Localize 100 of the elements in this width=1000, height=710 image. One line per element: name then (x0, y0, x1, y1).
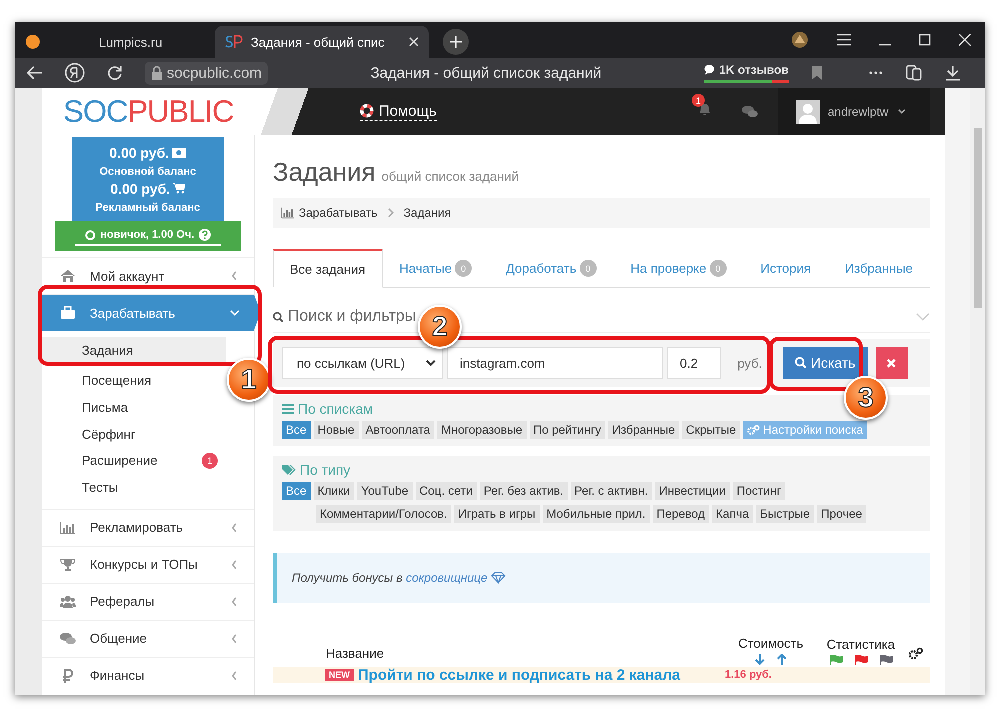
filter-chip[interactable]: Инвестиции (655, 482, 730, 500)
help-link[interactable]: Помощь (360, 102, 437, 120)
submenu-item[interactable]: Посещения (42, 368, 226, 394)
new-badge: NEW (325, 669, 354, 681)
reload-icon[interactable] (107, 65, 123, 81)
user-menu[interactable]: andrewlptw (778, 88, 930, 135)
submenu-item[interactable]: Тесты (42, 474, 226, 501)
extension-icon[interactable] (791, 31, 809, 49)
lock-icon (151, 66, 163, 80)
filter-chip[interactable]: Многоразовые (437, 421, 526, 439)
sort-up-icon[interactable] (777, 654, 787, 665)
more-icon[interactable] (869, 71, 883, 75)
filter-chip[interactable]: Рег. с активн. (570, 482, 652, 500)
search-button[interactable]: Искать (783, 347, 868, 379)
briefcase-icon (60, 305, 76, 321)
filter-chip[interactable]: Все (282, 421, 311, 439)
tab[interactable]: На проверке 0 (614, 249, 744, 287)
submenu-item[interactable]: Письма (42, 394, 226, 421)
browser-logo-icon[interactable] (65, 63, 85, 83)
filter-chip[interactable]: Прочее (817, 505, 866, 523)
chat-icon (60, 630, 76, 647)
menu-item[interactable]: Общение (42, 620, 254, 657)
menu-item[interactable]: Финансы (42, 656, 254, 694)
menu-item[interactable]: Рекламировать (42, 508, 254, 546)
flag-icon[interactable] (880, 655, 892, 665)
sort-down-icon[interactable] (755, 654, 765, 665)
filter-chip[interactable]: Скрытые (682, 421, 740, 439)
bonus-text: Получить бонусы в сокровищнице (292, 571, 488, 585)
maximize-icon[interactable] (919, 34, 931, 46)
browser-tab[interactable]: Задания - общий спис (215, 26, 429, 58)
address-field[interactable]: socpublic.com (145, 62, 268, 84)
speech-bubble-icon (704, 64, 716, 76)
close-icon[interactable] (409, 37, 419, 47)
scrollbar-thumb[interactable] (974, 128, 982, 308)
reviews-button[interactable]: 1K отзывов (704, 63, 789, 83)
price-field[interactable]: 0.2 (667, 347, 721, 379)
search-field[interactable]: instagram.com (447, 347, 663, 379)
tab[interactable]: Избранные (828, 249, 930, 287)
submenu-item[interactable]: Сёрфинг (42, 420, 226, 448)
clear-button[interactable] (876, 347, 908, 379)
menu-item[interactable]: Рефералы (42, 582, 254, 620)
filter-chip[interactable]: Все (282, 482, 311, 500)
search-mode-select[interactable]: по ссылкам (URL) (282, 347, 443, 379)
filter-chip[interactable]: Быстрые (756, 505, 814, 523)
filter-chip[interactable]: Капча (712, 505, 754, 523)
tab[interactable]: Начатые 0 (382, 249, 490, 287)
page-heading: Задания (273, 157, 376, 188)
table-row[interactable]: NEW Пройти по ссылке и подписать на 2 канала 1.16 руб. (273, 667, 930, 683)
back-arrow-icon[interactable] (27, 66, 43, 80)
list-icon (282, 404, 294, 414)
submenu-item[interactable]: Задания (42, 337, 226, 364)
collections-icon[interactable] (905, 64, 923, 82)
ring-icon (85, 230, 96, 240)
filter-chip[interactable]: Комментарии/Голосов. (316, 505, 452, 523)
diamond-icon (490, 572, 506, 584)
filter-chip[interactable]: Автооплата (362, 421, 434, 439)
home-icon (60, 268, 76, 284)
filter-chip[interactable]: Клики (314, 482, 354, 500)
browser-tab[interactable]: Lumpics.ru (15, 26, 215, 58)
filter-chip[interactable]: YouTube (357, 482, 412, 500)
task-price: 1.16 руб. (724, 669, 772, 681)
menu-item[interactable]: Зарабатывать (42, 294, 261, 331)
site-logo[interactable]: SOCPUBLIC (42, 88, 255, 135)
tab[interactable]: Доработать 0 (489, 249, 614, 287)
filter-chip[interactable]: Соц. сети (416, 482, 477, 500)
trophy-icon (60, 556, 76, 573)
ruble-icon (60, 668, 76, 684)
filter-chip[interactable]: Перевод (652, 505, 710, 523)
column-header: Статистика (826, 637, 896, 652)
breadcrumb-link[interactable]: Задания (404, 206, 452, 220)
filter-chip[interactable]: По рейтингу (530, 421, 606, 439)
lifebuoy-icon (360, 104, 374, 118)
close-icon[interactable] (959, 34, 971, 46)
tab[interactable]: История (744, 249, 828, 287)
submenu-item[interactable]: Расширение 1 (42, 447, 226, 474)
menu-icon[interactable] (837, 34, 851, 46)
filter-chip[interactable]: Рег. без актив. (480, 482, 568, 500)
chat-icon[interactable] (742, 105, 758, 118)
main-balance: 0.00 руб. (110, 145, 170, 162)
count-badge: 1 (202, 452, 218, 469)
download-icon[interactable] (945, 65, 961, 81)
bar-chart-icon (60, 520, 76, 536)
settings-icon[interactable] (908, 647, 924, 661)
help-icon[interactable] (198, 229, 211, 241)
menu-item[interactable]: Конкурсы и ТОПы (42, 546, 254, 583)
tab[interactable]: Все задания (273, 249, 382, 288)
flag-icon[interactable] (830, 655, 842, 665)
filter-chip[interactable]: Постинг (732, 482, 786, 500)
tags-icon (282, 464, 296, 476)
filter-chip[interactable]: Мобильные прил. (542, 505, 650, 523)
filter-chip[interactable]: Избранные (608, 421, 680, 439)
flag-icon[interactable] (854, 655, 868, 665)
breadcrumb-link[interactable]: Зарабатывать (299, 206, 378, 220)
close-icon (887, 358, 896, 368)
bookmark-icon[interactable] (811, 65, 823, 81)
new-tab-button[interactable] (443, 29, 469, 55)
page-title: Задания - общий список заданий (370, 64, 603, 82)
filter-chip[interactable]: Играть в игры (454, 505, 540, 523)
filter-chip[interactable]: Новые (314, 421, 359, 439)
bell-icon[interactable] (698, 102, 712, 116)
